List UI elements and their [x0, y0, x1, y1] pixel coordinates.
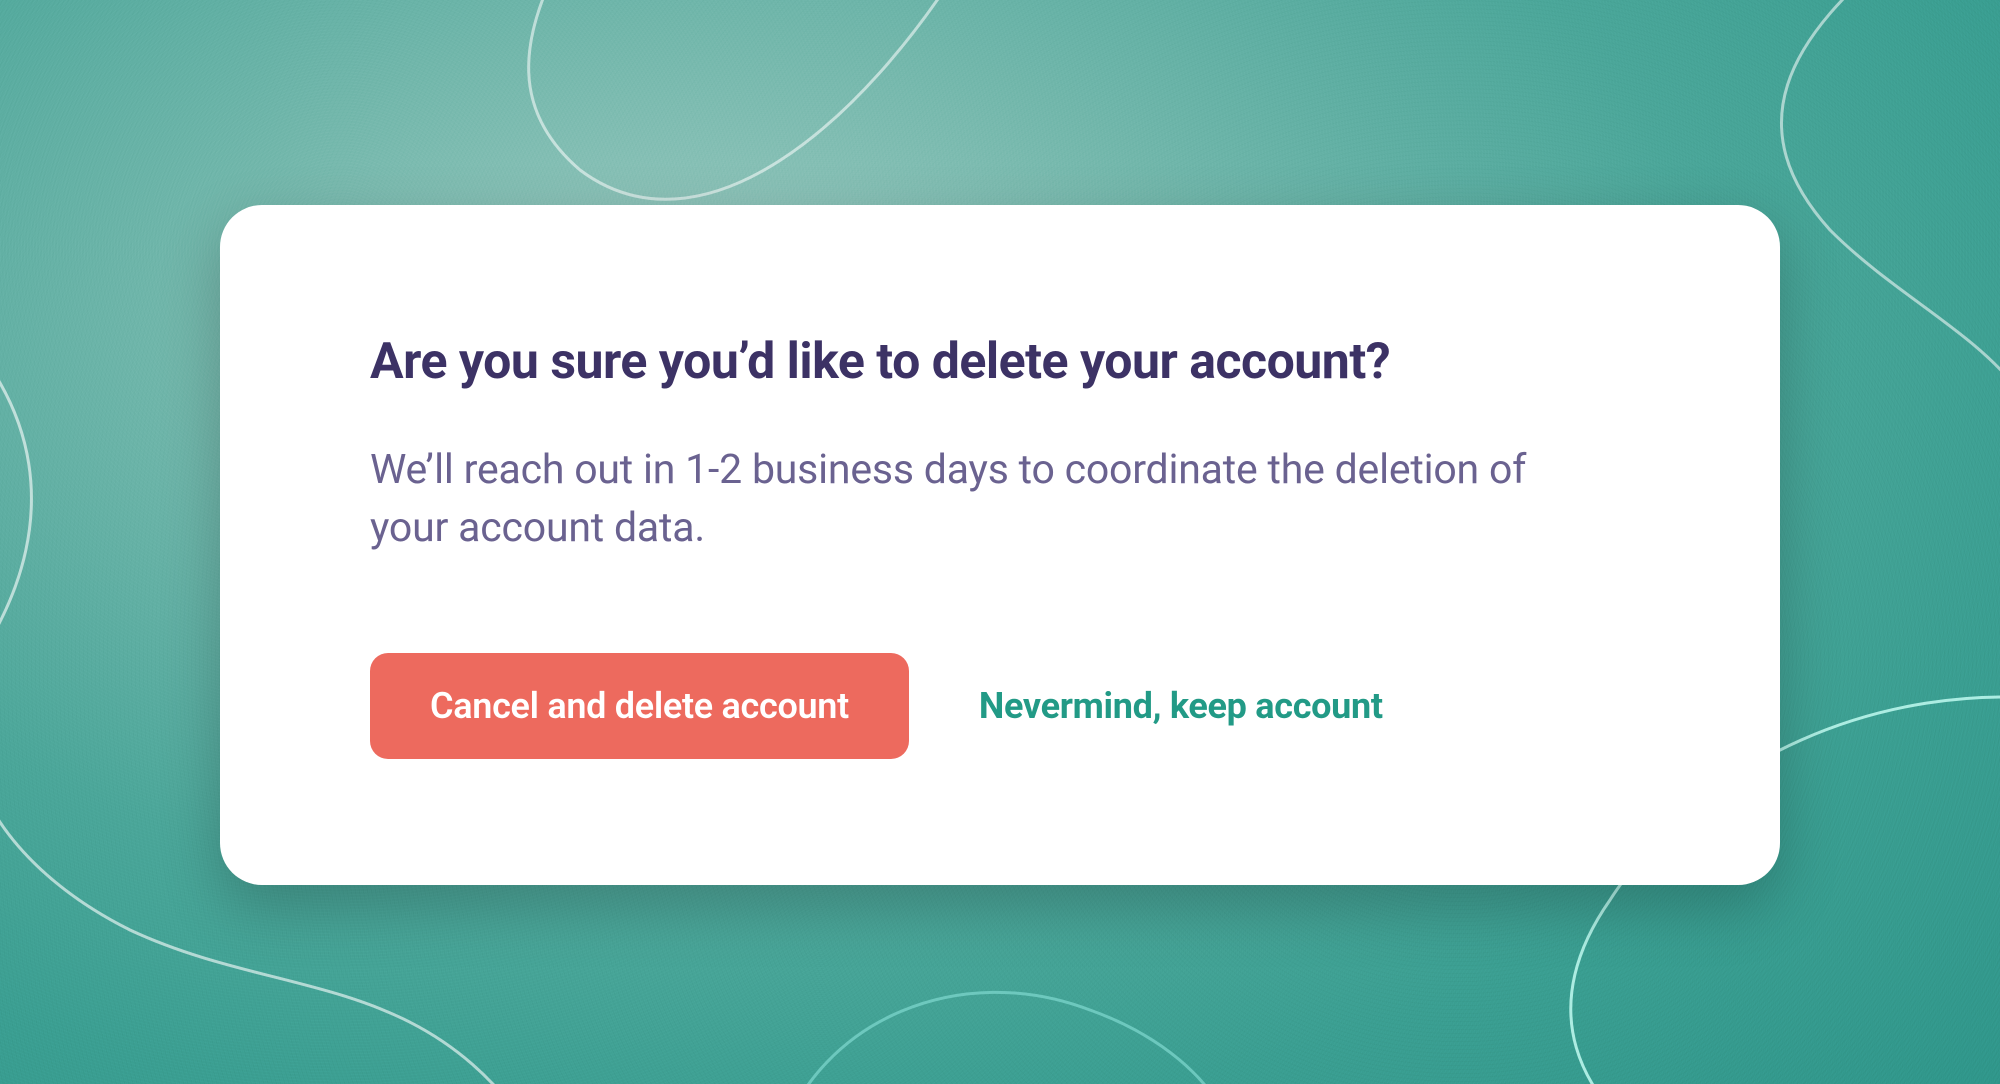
modal-actions: Cancel and delete account Nevermind, kee…	[370, 653, 1630, 759]
confirm-delete-modal: Are you sure you’d like to delete your a…	[220, 205, 1780, 885]
modal-body-text: We’ll reach out in 1-2 business days to …	[370, 441, 1570, 557]
keep-account-button[interactable]: Nevermind, keep account	[971, 653, 1391, 759]
cancel-and-delete-button[interactable]: Cancel and delete account	[370, 653, 909, 759]
modal-title: Are you sure you’d like to delete your a…	[370, 333, 1630, 391]
